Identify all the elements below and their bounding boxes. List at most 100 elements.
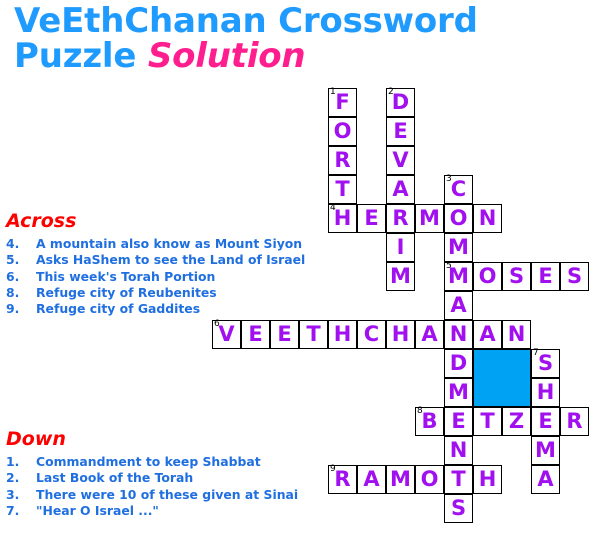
grid-cell[interactable]: A <box>444 291 473 320</box>
cell-letter: E <box>364 206 379 230</box>
grid-cell[interactable]: M <box>386 262 415 291</box>
clue-number: 1. <box>6 454 20 469</box>
cell-letter: M <box>390 264 411 288</box>
cell-letter: O <box>449 206 468 230</box>
cell-letter: O <box>420 467 439 491</box>
grid-cell[interactable]: O <box>328 117 357 146</box>
cell-letter: F <box>335 90 350 114</box>
grid-cell[interactable]: E <box>386 117 415 146</box>
grid-cell[interactable]: R <box>328 146 357 175</box>
grid-cell[interactable]: 2D <box>386 88 415 117</box>
grid-cell[interactable]: T <box>473 407 502 436</box>
grid-cell[interactable]: V <box>386 146 415 175</box>
grid-cell[interactable]: H <box>473 465 502 494</box>
grid-cell[interactable]: N <box>444 320 473 349</box>
cell-letter: M <box>448 264 469 288</box>
cell-letter: I <box>396 235 405 259</box>
title-line-1: VeEthChanan Crossword <box>14 1 478 41</box>
grid-cell[interactable]: 1F <box>328 88 357 117</box>
grid-cell[interactable]: 8B <box>415 407 444 436</box>
grid-cell[interactable]: E <box>531 407 560 436</box>
clue-number: 6. <box>6 268 20 284</box>
grid-cell[interactable]: M <box>444 233 473 262</box>
cell-letter: Z <box>508 409 525 433</box>
grid-cell[interactable]: H <box>328 320 357 349</box>
grid-cell[interactable]: E <box>241 320 270 349</box>
grid-cell[interactable]: E <box>531 262 560 291</box>
grid-cell[interactable]: 4H <box>328 204 357 233</box>
grid-cell[interactable]: N <box>444 436 473 465</box>
grid-cell[interactable]: M <box>415 204 444 233</box>
grid-cell[interactable]: R <box>560 407 589 436</box>
grid-cell[interactable]: A <box>531 465 560 494</box>
grid-cell[interactable]: E <box>270 320 299 349</box>
grid-cell[interactable]: C <box>357 320 386 349</box>
grid-cell[interactable]: A <box>415 320 444 349</box>
grid-cell[interactable]: S <box>444 494 473 523</box>
grid-cell[interactable]: A <box>357 465 386 494</box>
cell-letter: R <box>334 467 351 491</box>
clue-number: 4. <box>6 236 20 251</box>
cell-letter: D <box>391 90 410 114</box>
clue-number: 7. <box>6 502 20 518</box>
cell-letter: M <box>535 438 556 462</box>
title-line-2: Puzzle Solution <box>14 35 534 76</box>
grid-cell[interactable]: Z <box>502 407 531 436</box>
cell-letter: M <box>419 206 440 230</box>
grid-cell[interactable]: T <box>444 465 473 494</box>
grid-cell[interactable]: 6V <box>212 320 241 349</box>
cell-letter: E <box>538 264 553 288</box>
clue-text: Refuge city of Gaddites <box>36 301 201 317</box>
cell-letter: N <box>449 438 468 462</box>
cell-letter: D <box>449 351 468 375</box>
grid-cell[interactable]: 5M <box>444 262 473 291</box>
cell-letter: R <box>334 148 351 172</box>
grid-cell[interactable]: I <box>386 233 415 262</box>
title-solution-word: Solution <box>147 35 306 76</box>
clue-number: 5. <box>6 252 20 268</box>
cell-letter: A <box>421 322 438 346</box>
cell-letter: H <box>536 380 555 404</box>
grid-cell[interactable]: O <box>415 465 444 494</box>
grid-cell[interactable]: H <box>386 320 415 349</box>
grid-cell[interactable]: E <box>357 204 386 233</box>
grid-cell[interactable]: H <box>531 378 560 407</box>
cell-letter: H <box>478 467 497 491</box>
grid-cell[interactable]: T <box>328 175 357 204</box>
grid-cell[interactable]: M <box>531 436 560 465</box>
grid-cell[interactable]: O <box>473 262 502 291</box>
cell-letter: A <box>479 322 496 346</box>
grid-cell[interactable]: D <box>444 349 473 378</box>
cell-letter: M <box>448 235 469 259</box>
grid-cell[interactable]: A <box>473 320 502 349</box>
grid-cell[interactable]: E <box>444 407 473 436</box>
page-title: VeEthChanan Crossword Puzzle Solution <box>14 4 534 73</box>
grid-cell[interactable]: S <box>502 262 531 291</box>
grid-cell[interactable]: A <box>386 175 415 204</box>
grid-cell[interactable]: N <box>502 320 531 349</box>
title-puzzle-word: Puzzle <box>14 35 148 76</box>
clue-text: Last Book of the Torah <box>36 470 194 486</box>
cell-letter: R <box>566 409 583 433</box>
cell-letter: S <box>508 264 525 288</box>
grid-cell[interactable]: 3C <box>444 175 473 204</box>
grid-cell[interactable]: T <box>299 320 328 349</box>
grid-cell[interactable]: S <box>560 262 589 291</box>
clue-number: 3. <box>6 486 20 502</box>
cell-letter: S <box>566 264 583 288</box>
cell-letter: O <box>478 264 497 288</box>
cell-letter: T <box>335 177 350 201</box>
cell-letter: E <box>538 409 553 433</box>
clue-number: 2. <box>6 470 20 486</box>
cell-letter: C <box>363 322 380 346</box>
cell-letter: T <box>480 409 495 433</box>
grid-cell[interactable]: 9R <box>328 465 357 494</box>
grid-cell[interactable]: R <box>386 204 415 233</box>
grid-cell[interactable]: 7S <box>531 349 560 378</box>
grid-cell[interactable]: N <box>473 204 502 233</box>
grid-cell[interactable]: M <box>386 465 415 494</box>
grid-cell[interactable]: M <box>444 378 473 407</box>
grid-cell[interactable]: O <box>444 204 473 233</box>
clue-number: 8. <box>6 284 20 300</box>
cell-letter: N <box>478 206 497 230</box>
